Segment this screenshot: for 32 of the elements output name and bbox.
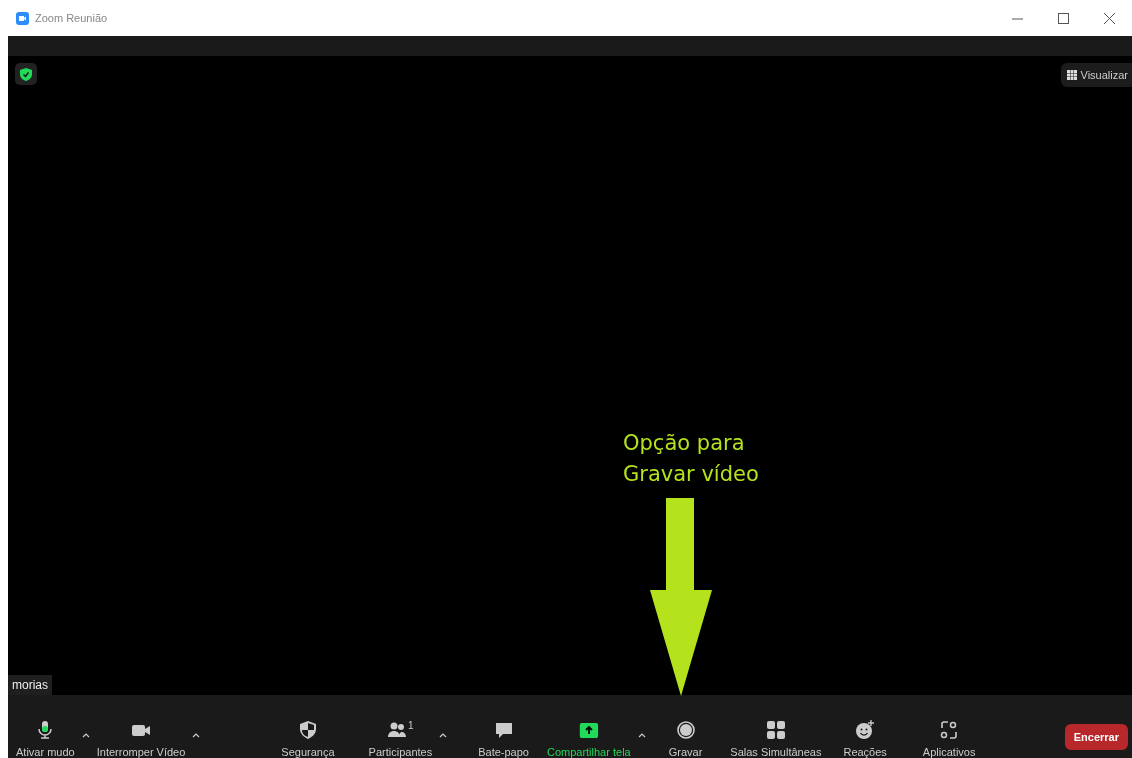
toolbar-button[interactable]: Aplicativos [918,720,980,758]
view-button[interactable]: Visualizar [1060,63,1132,87]
toolbar-button[interactable]: Gravar [664,720,707,758]
toolbar-button[interactable]: Salas Simultâneas [726,720,826,758]
close-icon [1103,12,1115,24]
toolbar-button[interactable]: Bate-papo [474,720,533,758]
shield-check-icon [20,67,32,81]
caret-icon [637,732,646,738]
caret-icon [439,732,448,738]
toolbar-button[interactable]: 1 Participantes [364,720,437,758]
apps-icon [939,720,960,740]
toolbar-button[interactable]: Segurança [277,720,339,758]
security-badge[interactable] [15,63,37,85]
annotation-text: Opção para Gravar vídeo [623,430,759,488]
toolbar-button[interactable]: Interromper Vídeo [92,720,190,758]
caret-icon [81,732,90,738]
chat-icon [493,720,514,740]
people-icon [387,720,408,740]
grid-icon [1066,70,1077,80]
shield-icon [297,720,318,740]
window-title: Zoom Reunião [35,12,109,24]
toolbar-button[interactable]: Reações [839,720,891,758]
caret-icon [192,732,201,738]
grid-icon [765,720,786,740]
app-logo-icon [16,11,29,25]
end-button[interactable]: Encerrar [1064,724,1128,750]
toolbar-button[interactable]: Compartilhar tela [542,720,635,758]
toolbar-button[interactable]: Ativar mudo [12,720,79,758]
participant-name: morias [8,675,52,695]
record-icon [675,720,696,740]
smiley-plus-icon [855,720,876,740]
maximize-icon [1057,12,1069,24]
